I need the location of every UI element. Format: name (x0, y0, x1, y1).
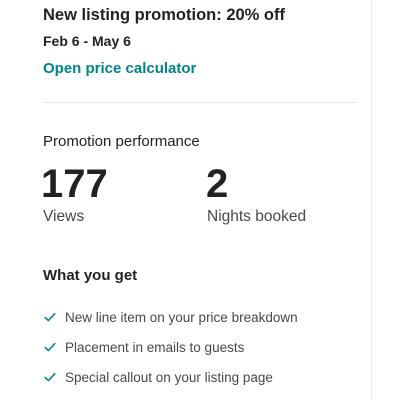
promotion-dates: Feb 6 - May 6 (43, 33, 131, 49)
nights-booked-value: 2 (206, 162, 229, 206)
views-value: 177 (41, 162, 108, 206)
open-price-calculator-link[interactable]: Open price calculator (43, 60, 196, 77)
performance-title: Promotion performance (43, 133, 200, 150)
benefit-item: Special callout on your listing page (43, 367, 273, 387)
benefit-item: New line item on your price breakdown (43, 307, 298, 327)
divider (43, 102, 357, 103)
views-label: Views (43, 208, 85, 225)
check-icon (44, 312, 56, 322)
promotion-title: New listing promotion: 20% off (43, 6, 285, 24)
benefit-text: Special callout on your listing page (65, 369, 273, 385)
what-you-get-title: What you get (43, 267, 138, 284)
benefit-text: New line item on your price breakdown (65, 309, 298, 325)
nights-booked-label: Nights booked (207, 208, 307, 225)
promotion-panel: New listing promotion: 20% off Feb 6 - M… (0, 0, 372, 400)
check-icon (44, 372, 56, 382)
benefit-item: Placement in emails to guests (43, 337, 244, 357)
benefit-text: Placement in emails to guests (65, 339, 245, 355)
check-icon (44, 342, 56, 352)
